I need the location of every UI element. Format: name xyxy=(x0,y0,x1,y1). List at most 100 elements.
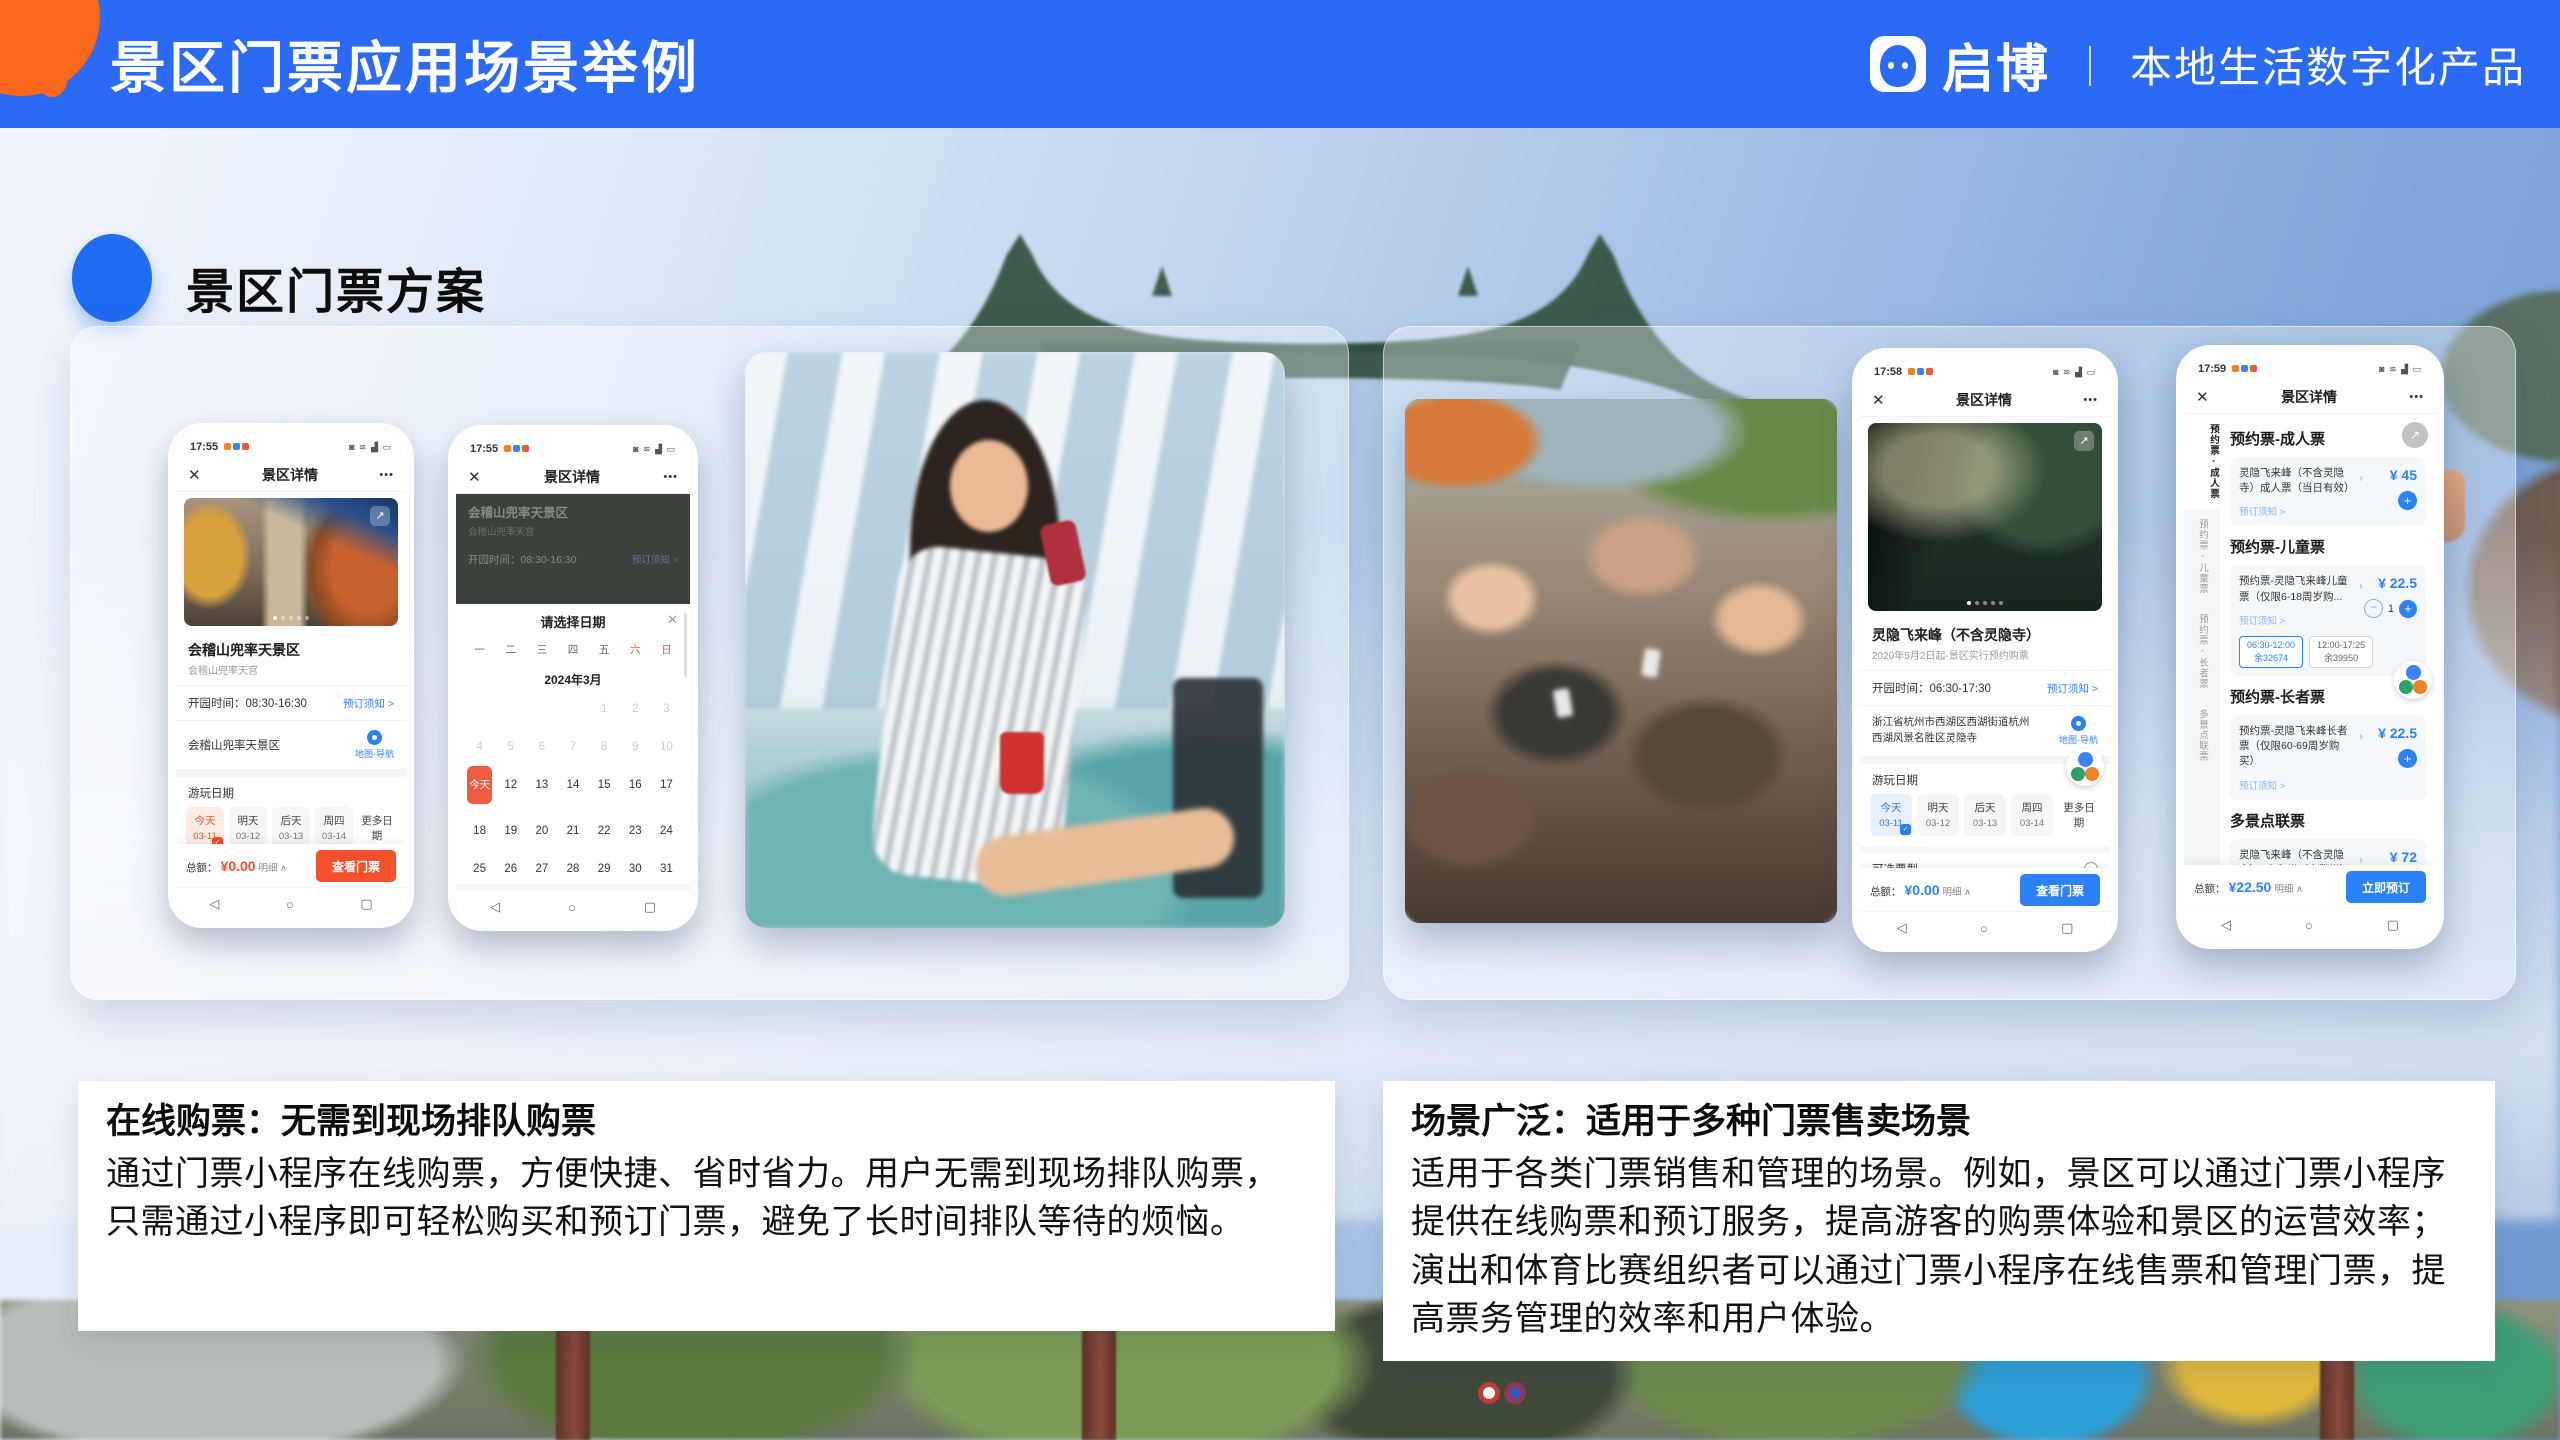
recents-icon[interactable]: ▢ xyxy=(2061,920,2073,936)
view-tickets-button[interactable]: 查看门票 xyxy=(2020,874,2100,906)
calendar-day[interactable]: 30 xyxy=(620,858,651,880)
calendar-day[interactable]: 9 xyxy=(620,736,651,758)
recents-icon[interactable]: ▢ xyxy=(360,896,372,912)
calendar-day[interactable]: 15 xyxy=(589,774,620,796)
calendar-day[interactable]: 22 xyxy=(589,820,620,842)
calendar-day[interactable]: 4 xyxy=(464,736,495,758)
more-icon[interactable]: ••• xyxy=(2409,391,2424,403)
time-slot[interactable]: 12:00-17:25 余39950 xyxy=(2309,636,2373,668)
home-icon[interactable]: ○ xyxy=(2305,918,2313,933)
calendar-day[interactable]: 13 xyxy=(526,774,557,796)
more-icon[interactable]: ••• xyxy=(663,471,678,483)
calendar-day[interactable]: 18 xyxy=(464,820,495,842)
back-icon[interactable]: ◁ xyxy=(490,899,500,915)
modal-close-icon[interactable]: ✕ xyxy=(667,612,678,628)
chevron-right-icon[interactable]: › xyxy=(2359,855,2362,866)
calendar-day[interactable]: 1 xyxy=(589,698,620,720)
date-chip[interactable]: 今天 03-11 xyxy=(186,807,224,849)
calendar-day[interactable]: 31 xyxy=(651,858,682,880)
minus-button[interactable] xyxy=(2364,599,2383,618)
calendar-day[interactable]: 29 xyxy=(589,858,620,880)
calendar-day[interactable]: 20 xyxy=(526,820,557,842)
calendar-day[interactable]: 8 xyxy=(589,736,620,758)
add-ticket-button[interactable] xyxy=(2398,491,2417,510)
back-icon[interactable]: ◁ xyxy=(2221,917,2231,933)
recents-icon[interactable]: ▢ xyxy=(2387,917,2399,933)
note-online-purchase: 在线购票：无需到现场排队购票 通过门票小程序在线购票，方便快捷、省时省力。用户无… xyxy=(78,1081,1335,1331)
share-icon[interactable] xyxy=(2074,431,2094,451)
scrollbar[interactable] xyxy=(684,613,687,677)
calendar-day[interactable]: 16 xyxy=(620,774,651,796)
calendar-day[interactable]: 6 xyxy=(526,736,557,758)
calendar-day[interactable]: 27 xyxy=(526,858,557,880)
add-ticket-button[interactable] xyxy=(2398,749,2417,768)
share-icon[interactable] xyxy=(370,506,390,526)
home-icon[interactable]: ○ xyxy=(1980,921,1988,936)
back-icon[interactable]: ◁ xyxy=(209,896,219,912)
calendar-day[interactable]: 14 xyxy=(557,774,588,796)
calendar-day[interactable]: 26 xyxy=(495,858,526,880)
calendar-day[interactable] xyxy=(526,698,557,720)
category-tab[interactable]: 预约票-成人票 xyxy=(2184,414,2220,509)
time-slot[interactable]: 06:30-12:00 余32674 xyxy=(2239,636,2303,668)
chevron-right-icon[interactable]: › xyxy=(2359,731,2362,742)
chevron-right-icon[interactable]: › xyxy=(2359,581,2362,592)
home-icon[interactable]: ○ xyxy=(568,900,576,915)
category-tab[interactable]: 预约票-长者票 xyxy=(2195,604,2209,699)
share-icon[interactable] xyxy=(2402,422,2428,448)
status-bar: 17:58 ◙ ≋ ▟ ▭ xyxy=(1860,356,2110,384)
calendar-day[interactable]: 2 xyxy=(620,698,651,720)
date-chip[interactable]: 更多日期 xyxy=(2058,794,2100,836)
close-icon[interactable]: ✕ xyxy=(2196,388,2209,406)
calendar-day[interactable]: 21 xyxy=(557,820,588,842)
home-icon[interactable]: ○ xyxy=(286,897,294,912)
detail-toggle[interactable]: 明细 ∧ xyxy=(259,860,288,874)
detail-toggle[interactable]: 明细 ∧ xyxy=(1943,884,1972,898)
calendar-day[interactable]: 17 xyxy=(651,774,682,796)
detail-toggle[interactable]: 明细 ∧ xyxy=(2274,881,2303,895)
calendar-day[interactable]: 10 xyxy=(651,736,682,758)
close-icon[interactable]: ✕ xyxy=(468,468,481,486)
calendar-day[interactable]: 12 xyxy=(495,774,526,796)
date-chip[interactable]: 周四 03-14 xyxy=(315,807,353,849)
calendar-day[interactable]: 19 xyxy=(495,820,526,842)
booking-note-link[interactable]: 预订须知 > xyxy=(343,696,394,711)
back-icon[interactable]: ◁ xyxy=(1897,920,1907,936)
booking-note-link[interactable]: 预订须知 > xyxy=(2239,504,2417,518)
category-tab[interactable]: 预约票-儿童票 xyxy=(2195,509,2209,604)
calendar-day[interactable]: 今天 xyxy=(467,766,492,804)
date-chip[interactable]: 明天 03-12 xyxy=(229,807,267,849)
booking-note-link[interactable]: 预订须知 > xyxy=(2239,778,2417,792)
date-chip[interactable]: 后天 03-13 xyxy=(272,807,310,849)
calendar-day[interactable]: 25 xyxy=(464,858,495,880)
calendar-day[interactable]: 3 xyxy=(651,698,682,720)
more-icon[interactable]: ••• xyxy=(2083,394,2098,406)
close-icon[interactable]: ✕ xyxy=(1872,391,1885,409)
plus-button[interactable] xyxy=(2399,600,2417,618)
calendar-day[interactable]: 28 xyxy=(557,858,588,880)
date-chip[interactable]: 更多日期 xyxy=(358,807,396,849)
calendar-day[interactable]: 7 xyxy=(557,736,588,758)
ticket-name: 预约票-灵隐飞来峰儿童票（仅限6-18周岁购... xyxy=(2239,574,2349,604)
booking-note-link[interactable]: 预订须知 > xyxy=(2047,681,2098,696)
total-amount: ¥22.50 xyxy=(2229,879,2272,895)
more-icon[interactable]: ••• xyxy=(379,469,394,481)
close-icon[interactable]: ✕ xyxy=(188,466,201,484)
calendar-day[interactable]: 24 xyxy=(651,820,682,842)
map-nav-button[interactable]: 地图·导航 xyxy=(2059,716,2098,746)
calendar-day[interactable]: 5 xyxy=(495,736,526,758)
recents-icon[interactable]: ▢ xyxy=(644,899,656,915)
chevron-right-icon[interactable]: › xyxy=(2359,473,2362,484)
date-chip[interactable]: 今天 03-11 xyxy=(1870,794,1912,836)
calendar-day[interactable] xyxy=(557,698,588,720)
book-now-button[interactable]: 立即预订 xyxy=(2346,871,2426,903)
view-tickets-button[interactable]: 查看门票 xyxy=(316,850,396,882)
map-nav-button[interactable]: 地图·导航 xyxy=(355,730,394,760)
calendar-day[interactable]: 23 xyxy=(620,820,651,842)
calendar-day[interactable] xyxy=(464,698,495,720)
date-chip[interactable]: 后天 03-13 xyxy=(1964,794,2006,836)
calendar-day[interactable] xyxy=(495,698,526,720)
date-chip[interactable]: 周四 03-14 xyxy=(2011,794,2053,836)
date-chip[interactable]: 明天 03-12 xyxy=(1917,794,1959,836)
category-tab[interactable]: 多景点联票 xyxy=(2195,699,2209,772)
